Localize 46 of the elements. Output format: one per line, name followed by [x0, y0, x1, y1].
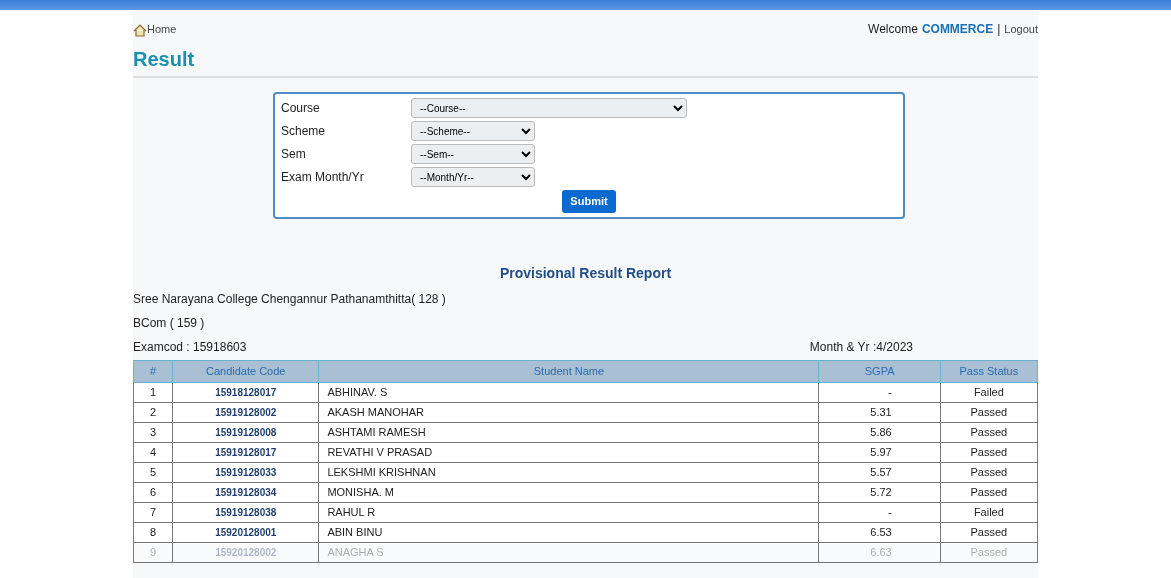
- submit-button[interactable]: Submit: [562, 190, 616, 213]
- report-title: Provisional Result Report: [498, 263, 673, 283]
- table-cell: 7: [133, 502, 173, 522]
- select-field[interactable]: --Course--: [411, 98, 687, 118]
- table-cell: ASHTAMI RAMESH: [318, 422, 819, 442]
- table-cell: 6.63: [819, 542, 941, 562]
- table-cell: MONISHA. M: [318, 482, 819, 502]
- field-label: Sem: [281, 146, 307, 163]
- home-link[interactable]: Home: [133, 20, 177, 38]
- house-icon: [133, 24, 147, 38]
- month-year: Month & Yr :4/2023: [809, 338, 913, 356]
- table-cell: 6: [133, 482, 173, 502]
- table-cell: 1: [133, 382, 173, 402]
- column-header: Pass Status: [940, 360, 1038, 382]
- select-field[interactable]: --Scheme--: [411, 121, 535, 141]
- table-cell: RAHUL R: [318, 502, 819, 522]
- course-name: BCom ( 159 ): [133, 314, 206, 332]
- college-name: Sree Narayana College Chengannur Pathanamthitta( 128 ): [133, 290, 447, 308]
- select-field[interactable]: --Month/Yr--: [411, 167, 535, 187]
- table-cell: 8: [133, 522, 173, 542]
- table-cell: 4: [133, 442, 173, 462]
- table-cell: 3: [133, 422, 173, 442]
- table-cell: 5: [133, 462, 173, 482]
- exam-code: Examcod : 15918603: [133, 338, 247, 356]
- column-header: Student Name: [318, 360, 819, 382]
- field-label: Course: [281, 100, 321, 117]
- column-header: #: [133, 360, 173, 382]
- table-cell: LEKSHMI KRISHNAN: [318, 462, 819, 482]
- field-label: Exam Month/Yr: [281, 169, 365, 186]
- field-label: Scheme: [281, 123, 327, 140]
- select-field[interactable]: --Sem--: [411, 144, 535, 164]
- separator: |: [997, 21, 1001, 38]
- table-cell: 2: [133, 402, 173, 422]
- table-cell: ABIN BINU: [318, 522, 819, 542]
- user-name: COMMERCE: [921, 21, 994, 38]
- welcome-text: Welcome: [868, 21, 918, 38]
- column-header: Candidate Code: [172, 360, 319, 382]
- table-cell: ANAGHA S: [318, 542, 819, 562]
- table-cell: Passed: [940, 542, 1038, 562]
- page-title: Result: [133, 44, 1038, 78]
- column-header: SGPA: [819, 360, 941, 382]
- table-cell: 9: [133, 542, 173, 562]
- logout-link[interactable]: Logout: [1004, 20, 1038, 38]
- table-cell: ABHINAV. S: [318, 382, 819, 402]
- table-cell: AKASH MANOHAR: [318, 402, 819, 422]
- table-cell: REVATHI V PRASAD: [318, 442, 819, 462]
